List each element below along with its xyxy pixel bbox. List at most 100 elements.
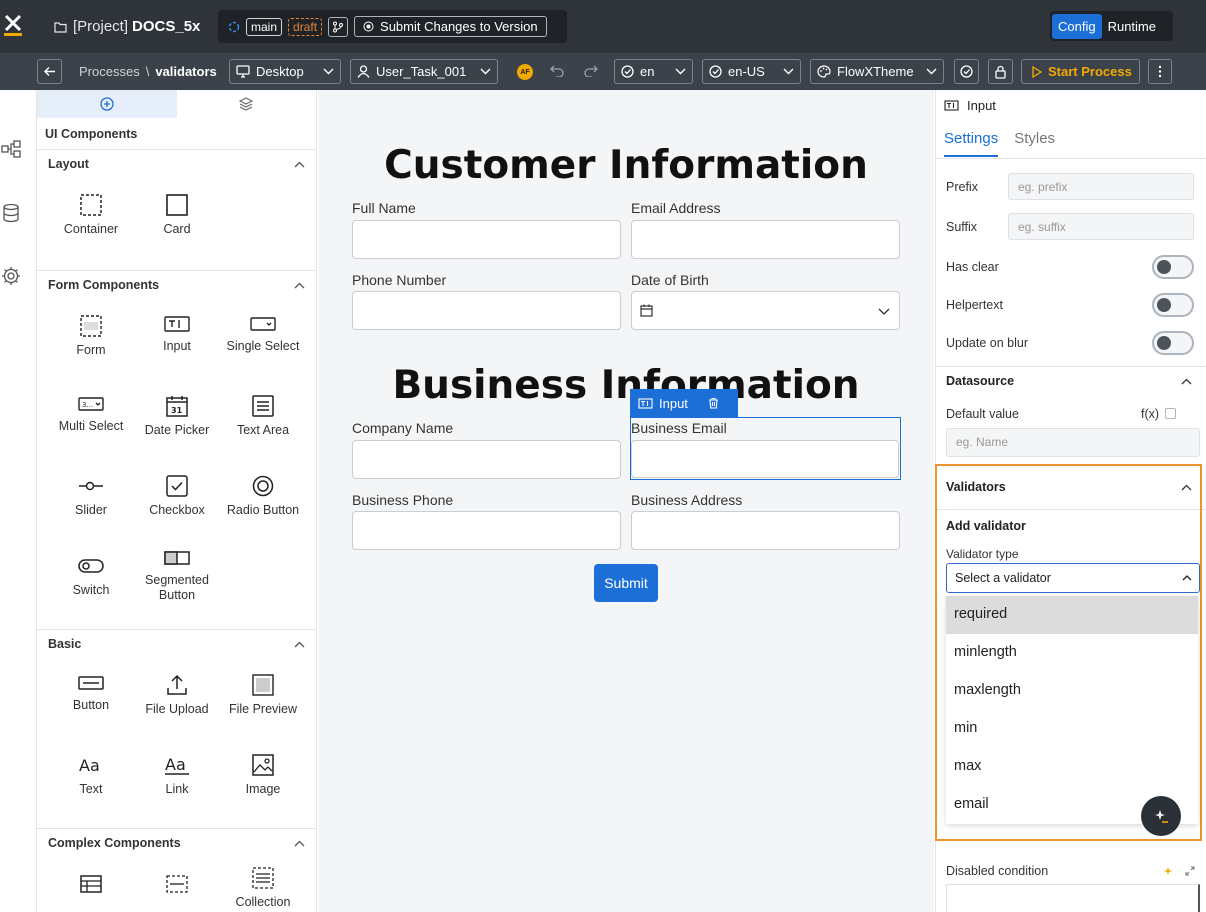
flowx-logo-icon[interactable]: [4, 14, 22, 36]
locale-select[interactable]: en-US: [702, 59, 801, 84]
disabled-condition-editor[interactable]: [946, 884, 1200, 912]
component-container[interactable]: Container: [48, 178, 134, 258]
component-button[interactable]: Button: [48, 658, 134, 738]
component-text-area[interactable]: Text Area: [220, 379, 306, 459]
section-header[interactable]: Complex Components: [37, 829, 316, 857]
start-process-label: Start Process: [1048, 64, 1132, 79]
language-select[interactable]: en: [614, 59, 693, 84]
redo-icon[interactable]: [584, 65, 598, 77]
device-select[interactable]: Desktop: [229, 59, 341, 84]
avatar[interactable]: AF: [517, 64, 533, 80]
mode-runtime-tab[interactable]: Runtime: [1102, 14, 1162, 39]
component-switch[interactable]: Switch: [48, 539, 134, 619]
component-form[interactable]: Form: [48, 299, 134, 379]
section-header[interactable]: Layout: [37, 150, 316, 178]
expand-icon[interactable]: [1185, 866, 1195, 876]
component-table[interactable]: [48, 857, 134, 912]
prefix-input[interactable]: eg. prefix: [1008, 173, 1194, 200]
trash-icon[interactable]: [708, 397, 719, 409]
component-radio-button[interactable]: Radio Button: [220, 459, 306, 539]
radio-dot-icon: [363, 21, 374, 32]
component-label: Single Select: [226, 339, 300, 353]
dropdown-option-maxlength[interactable]: maxlength: [946, 672, 1198, 710]
section-title: Form Components: [48, 278, 160, 292]
more-menu-button[interactable]: [1148, 59, 1172, 84]
suffix-input[interactable]: eg. suffix: [1008, 213, 1194, 240]
sparkle-icon: [1155, 810, 1168, 823]
component-collection-prototype[interactable]: [134, 857, 220, 912]
selected-component-tag[interactable]: Input: [630, 389, 738, 417]
default-value-input[interactable]: eg. Name: [946, 428, 1200, 457]
component-label: Image: [245, 782, 281, 796]
helpertext-toggle[interactable]: [1152, 293, 1194, 317]
section-header[interactable]: Basic: [37, 630, 316, 658]
svg-text:Aa: Aa: [79, 756, 100, 775]
component-date-picker[interactable]: 31 Date Picker: [134, 379, 220, 459]
database-icon[interactable]: [1, 203, 21, 223]
component-file-upload[interactable]: File Upload: [134, 658, 220, 738]
validator-dropdown: required minlength maxlength min max ema…: [946, 596, 1198, 824]
dropdown-option-min[interactable]: min: [946, 710, 1198, 748]
submit-button[interactable]: Submit: [594, 564, 658, 602]
theme-select[interactable]: FlowXTheme: [810, 59, 944, 84]
collection-prototype-icon: [166, 875, 188, 893]
dropdown-option-minlength[interactable]: minlength: [946, 634, 1198, 672]
input-full-name[interactable]: [352, 220, 621, 259]
component-label: Slider: [75, 503, 107, 517]
ai-sparkle-icon[interactable]: [1164, 866, 1175, 876]
component-collection[interactable]: Collection: [220, 857, 306, 912]
has-clear-toggle[interactable]: [1152, 255, 1194, 279]
chevron-up-icon: [294, 641, 305, 647]
component-label: Card: [163, 222, 191, 236]
input-email-address[interactable]: [631, 220, 900, 259]
switch-icon: [78, 559, 104, 573]
fx-checkbox[interactable]: [1165, 408, 1176, 419]
undo-icon[interactable]: [550, 65, 564, 77]
tab-styles[interactable]: Styles: [1014, 130, 1055, 157]
component-slider[interactable]: Slider: [48, 459, 134, 539]
component-input[interactable]: Input: [134, 299, 220, 379]
date-picker-date-of-birth[interactable]: [631, 291, 900, 330]
branch-badge[interactable]: main: [246, 17, 283, 36]
dropdown-option-max[interactable]: max: [946, 748, 1198, 786]
component-multi-select[interactable]: 3... Multi Select: [48, 379, 134, 459]
input-phone-number[interactable]: [352, 291, 621, 330]
component-segmented-button[interactable]: Segmented Button: [134, 539, 220, 619]
component-image[interactable]: Image: [220, 738, 306, 818]
tab-layers[interactable]: [177, 90, 317, 118]
back-button[interactable]: [37, 59, 62, 84]
datasource-header[interactable]: Datasource: [946, 374, 1014, 388]
breadcrumb-processes[interactable]: Processes: [79, 64, 140, 79]
component-single-select[interactable]: Single Select: [220, 299, 306, 379]
tab-settings[interactable]: Settings: [944, 130, 999, 157]
input-company-name[interactable]: [352, 440, 621, 479]
component-checkbox[interactable]: Checkbox: [134, 459, 220, 539]
input-business-email[interactable]: [631, 440, 899, 478]
project-title[interactable]: [Project] DOCS_5x: [54, 18, 200, 35]
update-on-blur-toggle[interactable]: [1152, 331, 1194, 355]
tab-add-components[interactable]: [37, 90, 177, 118]
branch-button[interactable]: [328, 16, 349, 37]
component-label: File Upload: [145, 702, 209, 716]
dropdown-option-required[interactable]: required: [946, 596, 1198, 634]
input-business-address[interactable]: [631, 511, 900, 550]
mode-config-tab[interactable]: Config: [1052, 13, 1102, 39]
component-link[interactable]: Aa Link: [134, 738, 220, 818]
process-tree-icon[interactable]: [1, 139, 21, 159]
component-file-preview[interactable]: File Preview: [220, 658, 306, 738]
start-process-button[interactable]: Start Process: [1021, 59, 1140, 84]
lock-button[interactable]: [988, 59, 1013, 84]
input-business-phone[interactable]: [352, 511, 621, 550]
component-text[interactable]: Aa Text: [48, 738, 134, 818]
ai-assistant-button[interactable]: [1141, 796, 1181, 836]
user-task-select[interactable]: User_Task_001: [350, 59, 498, 84]
section-header[interactable]: Form Components: [37, 271, 316, 299]
validate-button[interactable]: [954, 59, 979, 84]
gear-icon[interactable]: [1, 266, 21, 286]
arrow-left-icon: [44, 67, 55, 76]
label-business-email: Business Email: [631, 420, 727, 436]
chevron-up-icon[interactable]: [1181, 378, 1192, 385]
submit-changes-button[interactable]: Submit Changes to Version: [354, 16, 547, 37]
component-card[interactable]: Card: [134, 178, 220, 258]
label-has-clear: Has clear: [946, 260, 999, 274]
